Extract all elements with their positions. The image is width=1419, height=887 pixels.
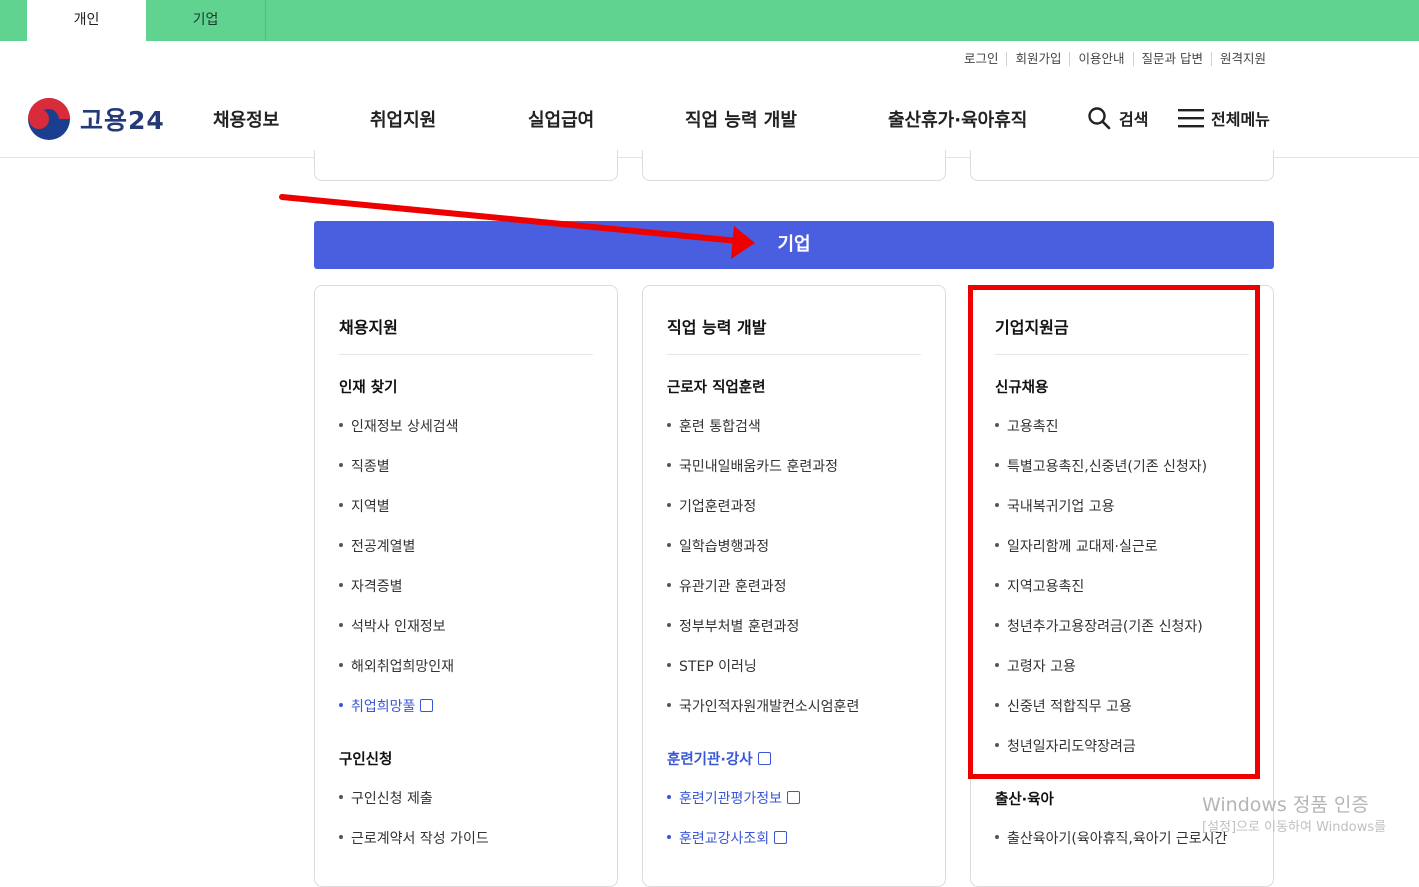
windows-activation-hint: [설정]으로 이동하여 Windows를 xyxy=(1202,820,1387,835)
annotation-arrow-icon xyxy=(279,194,755,259)
windows-activation-watermark: Windows 정품 인증 xyxy=(1202,794,1369,816)
